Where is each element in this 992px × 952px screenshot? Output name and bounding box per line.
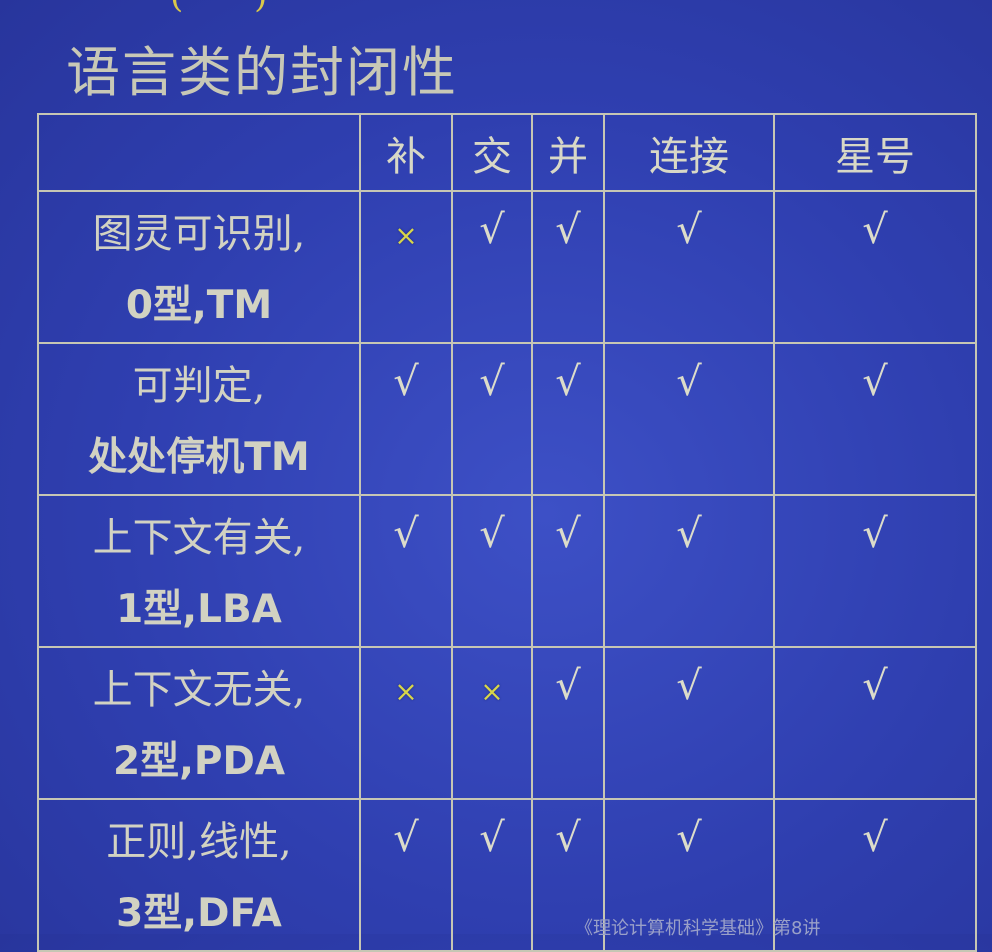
table-cell: √ — [359, 798, 453, 952]
table-cell: × — [359, 190, 453, 344]
table-row: 可判定, 处处停机TM √ √ √ √ √ — [37, 342, 977, 496]
check-mark: √ — [862, 815, 888, 861]
column-header-concatenation: 连接 — [603, 113, 775, 192]
table-cell: √ — [531, 190, 605, 344]
check-mark: √ — [555, 207, 581, 253]
table-row: 上下文有关, 1型,LBA √ √ √ √ √ — [37, 494, 977, 648]
check-mark: √ — [676, 511, 702, 557]
row-label-line1: 上下文无关, — [92, 667, 306, 713]
table-cell: √ — [773, 342, 977, 496]
table-cell: × — [359, 646, 453, 800]
check-mark: √ — [479, 207, 505, 253]
cross-mark: × — [394, 675, 418, 708]
check-mark: √ — [555, 511, 581, 557]
check-mark: √ — [676, 663, 702, 709]
header-corner-cell — [37, 113, 361, 192]
table-cell: √ — [451, 342, 533, 496]
table-cell: √ — [603, 342, 775, 496]
check-mark: √ — [393, 511, 419, 557]
row-label-line1: 可判定, — [132, 363, 266, 409]
table-cell: √ — [531, 646, 605, 800]
check-mark: √ — [676, 359, 702, 405]
table-cell: √ — [603, 190, 775, 344]
check-mark: √ — [479, 511, 505, 557]
column-header-union: 并 — [531, 113, 605, 192]
check-mark: √ — [555, 815, 581, 861]
column-header-intersection: 交 — [451, 113, 533, 192]
column-header-complement: 补 — [359, 113, 453, 192]
table-cell: √ — [773, 494, 977, 648]
table-header-row: 补 交 并 连接 星号 — [37, 113, 977, 192]
check-mark: √ — [676, 815, 702, 861]
table-cell: √ — [531, 494, 605, 648]
row-label-line2: 处处停机TM — [88, 435, 310, 480]
slide-title: 语言类的封闭性 — [66, 41, 458, 104]
check-mark: √ — [555, 359, 581, 405]
check-mark: √ — [393, 815, 419, 861]
table-cell: √ — [603, 646, 775, 800]
table-row: 图灵可识别, 0型,TM × √ √ √ √ — [37, 190, 977, 344]
table-cell: √ — [451, 494, 533, 648]
row-label-line2: 1型,LBA — [116, 587, 282, 632]
row-label-line1: 上下文有关, — [92, 515, 306, 561]
row-label-line2: 3型,DFA — [116, 891, 282, 936]
slide-footer: 《理论计算机科学基础》第8讲 — [575, 918, 821, 939]
table-cell: √ — [773, 646, 977, 800]
row-label-line2: 0型,TM — [125, 283, 273, 328]
check-mark: √ — [862, 511, 888, 557]
check-mark: √ — [862, 207, 888, 253]
check-mark: √ — [555, 663, 581, 709]
row-label-line2: 2型,PDA — [112, 739, 286, 784]
title-fragment: ( ) — [170, 0, 410, 13]
row-header-regular: 正则,线性, 3型,DFA — [37, 798, 361, 952]
table-cell: × — [451, 646, 533, 800]
row-header-turing-recognizable: 图灵可识别, 0型,TM — [37, 190, 361, 344]
table-cell: √ — [531, 342, 605, 496]
table-row: 正则,线性, 3型,DFA √ √ √ √ √ — [37, 798, 977, 952]
check-mark: √ — [862, 663, 888, 709]
cross-mark: × — [480, 675, 504, 708]
table-cell: √ — [451, 190, 533, 344]
check-mark: √ — [479, 815, 505, 861]
closure-properties-table: 补 交 并 连接 星号 图灵可识别, 0型,TM × √ √ √ √ 可判定, … — [37, 113, 977, 952]
table-cell: √ — [773, 190, 977, 344]
cross-mark: × — [394, 219, 418, 252]
check-mark: √ — [479, 359, 505, 405]
column-header-star: 星号 — [773, 113, 977, 192]
row-header-context-free: 上下文无关, 2型,PDA — [37, 646, 361, 800]
check-mark: √ — [862, 359, 888, 405]
table-cell: √ — [603, 494, 775, 648]
row-label-line1: 图灵可识别, — [92, 211, 306, 257]
table-cell: √ — [359, 342, 453, 496]
row-header-decidable: 可判定, 处处停机TM — [37, 342, 361, 496]
row-header-context-sensitive: 上下文有关, 1型,LBA — [37, 494, 361, 648]
table-cell: √ — [359, 494, 453, 648]
table-cell: √ — [451, 798, 533, 952]
table-row: 上下文无关, 2型,PDA × × √ √ √ — [37, 646, 977, 800]
check-mark: √ — [676, 207, 702, 253]
check-mark: √ — [393, 359, 419, 405]
row-label-line1: 正则,线性, — [106, 819, 292, 865]
